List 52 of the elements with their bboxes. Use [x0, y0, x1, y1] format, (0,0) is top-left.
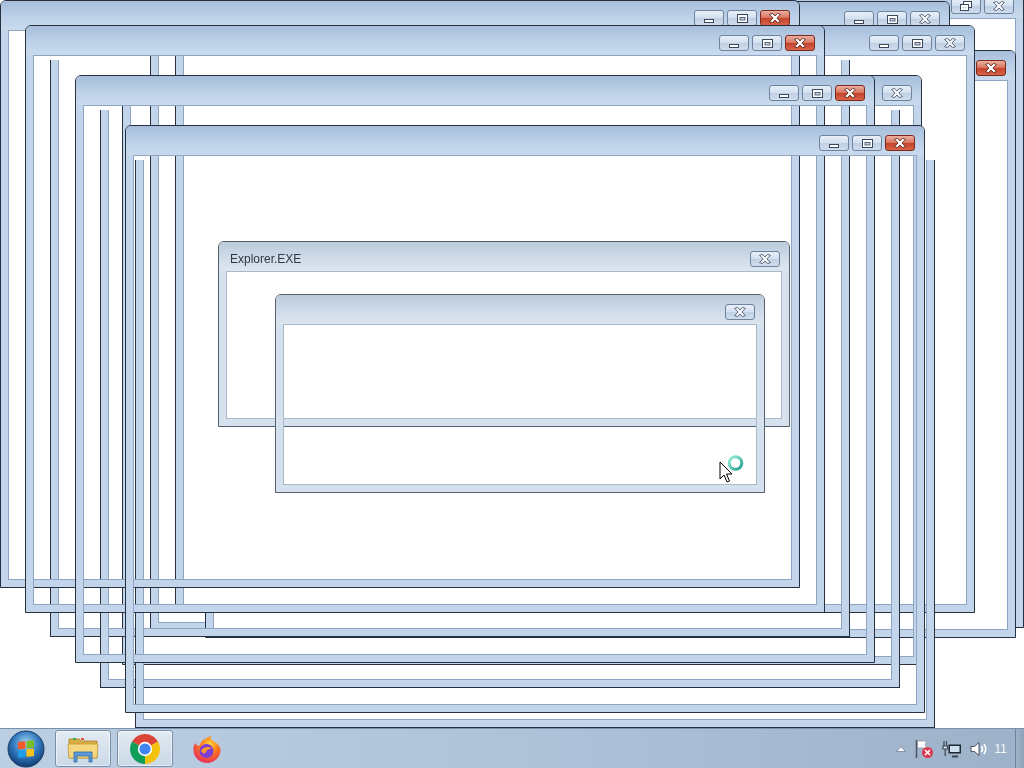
minimize-icon: [729, 43, 739, 48]
minimize-icon: [779, 93, 789, 98]
up-arrow-icon[interactable]: [895, 745, 906, 752]
restore-icon: [960, 1, 972, 11]
close-icon: [993, 1, 1005, 11]
flag-alert-icon[interactable]: [913, 738, 934, 759]
minimize-icon: [829, 143, 839, 148]
maximize-icon: [911, 38, 923, 48]
maximize-button[interactable]: [752, 35, 782, 51]
maximize-button[interactable]: [727, 10, 757, 26]
minimize-button[interactable]: [819, 135, 849, 151]
taskbar-button[interactable]: [117, 730, 173, 767]
close-button[interactable]: [976, 60, 1006, 76]
minimize-icon: [854, 19, 864, 24]
minimize-icon: [879, 43, 889, 48]
close-button[interactable]: [885, 135, 915, 151]
clock[interactable]: 11: [994, 740, 1007, 757]
close-button[interactable]: [760, 10, 790, 26]
maximize-icon: [761, 38, 773, 48]
minimize-button[interactable]: [719, 35, 749, 51]
close-icon: [894, 138, 906, 148]
close-icon: [919, 14, 931, 24]
close-icon: [985, 63, 997, 73]
taskbar-button[interactable]: [55, 730, 111, 767]
close-icon: [734, 307, 746, 317]
network-icon[interactable]: [941, 739, 962, 758]
minimize-button[interactable]: [869, 35, 899, 51]
close-icon: [759, 254, 771, 264]
speaker-icon[interactable]: [969, 740, 988, 757]
busy-cursor-icon: [719, 454, 744, 483]
maximize-icon: [861, 138, 873, 148]
close-icon: [944, 38, 956, 48]
ring-logo-icon: [129, 732, 161, 765]
close-icon: [769, 13, 781, 23]
minimize-button[interactable]: [769, 85, 799, 101]
close-button[interactable]: [785, 35, 815, 51]
close-icon: [794, 38, 806, 48]
minimize-button[interactable]: [694, 10, 724, 26]
minimize-icon: [704, 18, 714, 23]
start-orb-icon: [7, 729, 45, 768]
maximize-icon: [736, 13, 748, 23]
close-button[interactable]: [835, 85, 865, 101]
maximize-icon: [886, 14, 898, 24]
maximize-button[interactable]: [902, 35, 932, 51]
close-icon: [891, 88, 903, 98]
restore-button[interactable]: [951, 0, 981, 14]
maximize-icon: [811, 88, 823, 98]
start-button[interactable]: [5, 729, 47, 768]
close-icon: [844, 88, 856, 98]
maximize-button[interactable]: [852, 135, 882, 151]
maximize-button[interactable]: [802, 85, 832, 101]
dialog-title: Explorer.EXE: [230, 251, 302, 267]
